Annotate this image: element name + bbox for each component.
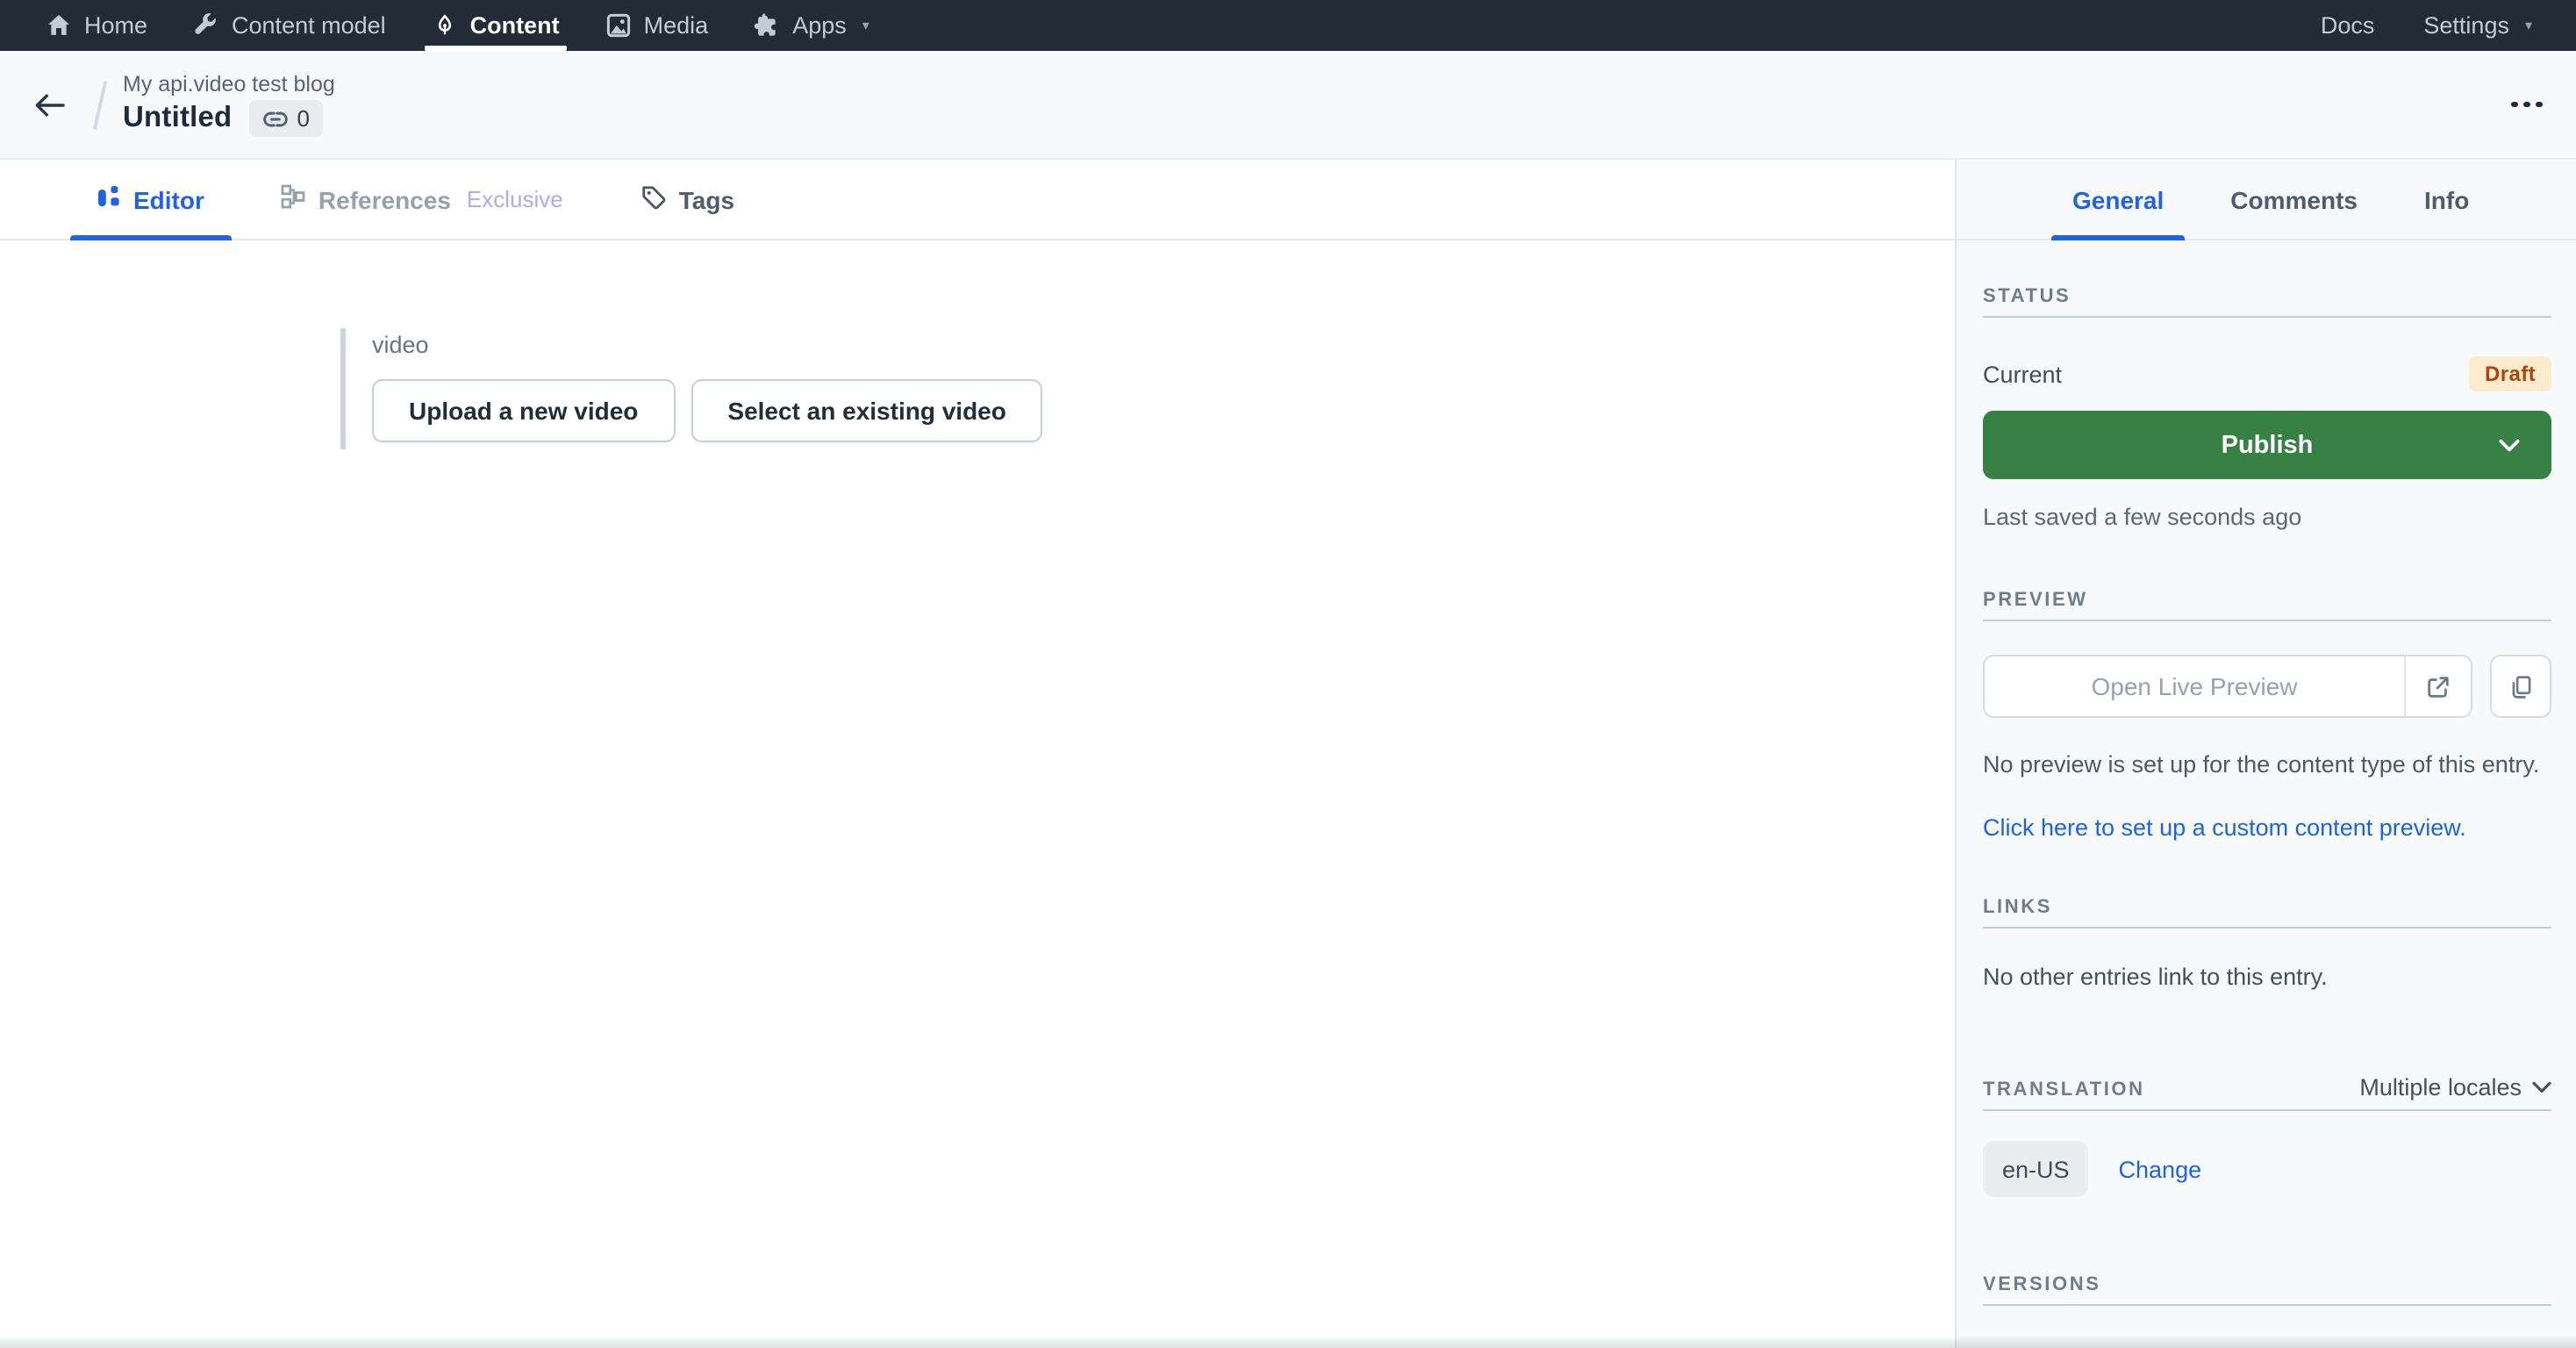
status-badge: Draft [2469,356,2551,391]
section-title: TRANSLATION [1983,1079,2145,1101]
last-saved-text: Last saved a few seconds ago [1983,504,2551,530]
nav-item-label: Content model [232,12,386,39]
nav-item-home[interactable]: Home [23,0,170,51]
section-title: LINKS [1983,897,2052,918]
tab-label: General [2072,185,2164,213]
nav-right-group: Docs Settings ▾ [2296,0,2557,51]
arrow-left-icon [32,90,66,118]
title-block: My api.video test blog Untitled 0 [123,72,335,137]
current-label: Current [1983,361,2062,387]
references-icon [282,184,306,214]
top-navigation: Home Content model Content Media [0,0,2576,51]
link-icon [263,108,288,129]
link-count-badge[interactable]: 0 [249,100,323,137]
wrench-icon [193,12,219,39]
preview-note: No preview is set up for the content typ… [1983,746,2551,783]
publish-button[interactable]: Publish [1983,411,2551,479]
nav-item-label: Settings [2423,12,2509,39]
link-count: 0 [297,105,309,132]
nav-item-label: Media [644,12,709,39]
dot [2537,101,2543,107]
app-window: Home Content model Content Media [0,0,2576,1348]
chevron-down-icon: ▾ [862,18,869,33]
nav-item-label: Apps [792,12,847,39]
more-actions-button[interactable] [2508,90,2546,118]
tag-icon [640,183,667,215]
editor-canvas: video Upload a new video Select an exist… [0,240,1955,449]
video-field: video Upload a new video Select an exist… [340,328,1955,449]
chevron-down-icon [2532,1081,2551,1093]
entry-sidebar: General Comments Info STATUS Current Dra… [1955,160,2576,1348]
nav-item-content-model[interactable]: Content model [170,0,409,51]
current-status-row: Current Draft [1983,356,2551,391]
home-icon [46,12,72,39]
nav-item-media[interactable]: Media [583,0,732,51]
nav-item-apps[interactable]: Apps ▾ [731,0,892,51]
nav-item-settings[interactable]: Settings ▾ [2399,12,2557,39]
exclusive-badge: Exclusive [467,186,563,212]
entry-header: My api.video test blog Untitled 0 [0,51,2576,160]
upload-new-video-button[interactable]: Upload a new video [372,379,675,442]
preview-section-heading: PREVIEW [1983,590,2551,621]
publish-label: Publish [2222,431,2314,459]
tab-label: References [318,185,451,213]
translation-section-heading: TRANSLATION Multiple locales [1983,1074,2551,1111]
editor-icon [98,183,121,215]
puzzle-icon [754,12,780,39]
nav-item-label: Docs [2321,12,2375,39]
select-existing-video-button[interactable]: Select an existing video [691,379,1042,442]
nav-item-label: Home [84,12,147,39]
nav-item-label: Content [470,12,560,39]
tab-label: Editor [133,185,204,213]
sidebar-tabbar: General Comments Info [1957,160,2576,240]
tab-general[interactable]: General [2051,160,2185,239]
locales-selector-label: Multiple locales [2359,1074,2522,1101]
copy-link-button[interactable] [2490,655,2551,718]
chevron-down-icon: ▾ [2525,18,2532,33]
pen-nib-icon [432,12,458,39]
nav-item-content[interactable]: Content [409,0,583,51]
main-panel: Editor References Exclusive Tags [0,160,1955,1348]
versions-section-heading: VERSIONS [1983,1274,2551,1306]
tab-label: Info [2424,185,2469,213]
locale-badge: en-US [1983,1141,2089,1197]
locale-row: en-US Change [1983,1141,2551,1197]
links-note: No other entries link to this entry. [1983,964,2551,990]
links-section-heading: LINKS [1983,897,2551,929]
workbench: Editor References Exclusive Tags [0,160,2576,1348]
setup-preview-link[interactable]: Click here to set up a custom content pr… [1983,814,2466,841]
nav-item-docs[interactable]: Docs [2296,12,2400,39]
tab-info[interactable]: Info [2403,160,2490,239]
sidebar-content: STATUS Current Draft Publish Last saved … [1957,286,2576,1306]
tab-label: Comments [2230,185,2358,213]
media-icon [605,12,632,39]
preview-actions: Open Live Preview [1983,655,2551,718]
tab-references[interactable]: References Exclusive [254,160,591,239]
breadcrumb: My api.video test blog [123,72,335,97]
chevron-down-icon [2499,438,2520,452]
section-title: STATUS [1983,286,2071,307]
nav-left-group: Home Content model Content Media [23,0,892,51]
tab-tags[interactable]: Tags [612,160,762,239]
section-title: PREVIEW [1983,590,2088,611]
copy-icon [2508,673,2533,699]
open-live-preview-button[interactable]: Open Live Preview [1983,655,2472,718]
tab-editor[interactable]: Editor [70,160,233,239]
locales-selector[interactable]: Multiple locales [2359,1074,2551,1101]
back-button[interactable] [28,83,70,125]
dot [2524,101,2530,107]
dot [2511,101,2517,107]
section-title: VERSIONS [1983,1274,2101,1295]
tab-label: Tags [679,185,734,213]
external-link-icon[interactable] [2404,656,2471,716]
open-live-preview-label: Open Live Preview [1985,656,2404,716]
breadcrumb-divider [88,78,112,131]
change-locale-link[interactable]: Change [2119,1156,2202,1182]
status-section-heading: STATUS [1983,286,2551,318]
main-tabbar: Editor References Exclusive Tags [0,160,1955,240]
page-title: Untitled [123,102,232,135]
field-label: video [372,332,1955,358]
tab-comments[interactable]: Comments [2209,160,2379,239]
